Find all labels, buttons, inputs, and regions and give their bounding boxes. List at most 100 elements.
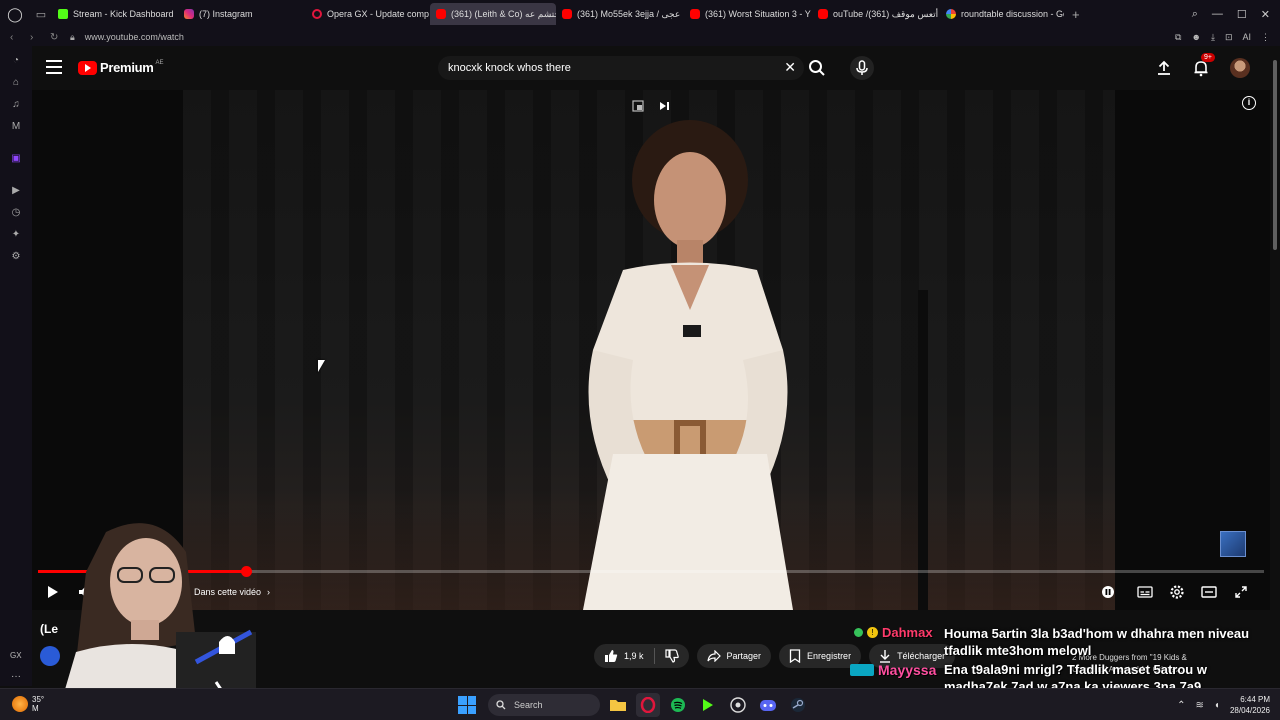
autoplay-toggle[interactable]: [1098, 582, 1118, 602]
opera-gx-menu-icon[interactable]: ◯: [0, 0, 30, 28]
tab-youtube-worst-situation[interactable]: (361) Worst Situation 3 - Y: [684, 3, 812, 25]
music-player-icon[interactable]: ♫: [9, 98, 23, 112]
tab-youtube-leith[interactable]: (361) (Leith & Co) تحتشم عه: [430, 3, 556, 25]
chat-username: Dahmax: [882, 625, 933, 640]
sidebar-more-icon[interactable]: ···: [11, 671, 21, 682]
window-controls: ⌕ — ☐ ✕: [1192, 0, 1280, 28]
logo-text: Premium: [100, 60, 154, 75]
taskbar-search-label: Search: [514, 700, 543, 710]
clock-time: 6:44 PM: [1240, 695, 1270, 704]
spotify-icon[interactable]: [666, 693, 690, 717]
reload-icon[interactable]: ↻: [50, 32, 60, 43]
back-icon[interactable]: ‹: [10, 32, 20, 43]
tab-label: (361) (Leith & Co) تحتشم عه: [451, 8, 556, 19]
weather-widget[interactable]: 35° M: [12, 695, 44, 713]
miniplayer-icon[interactable]: [632, 100, 644, 112]
taskbar-apps: Search: [452, 692, 810, 718]
opera-gx-taskbar-icon[interactable]: [636, 693, 660, 717]
forward-icon[interactable]: ›: [30, 32, 40, 43]
seated-woman-figure: [583, 120, 928, 610]
maximize-icon[interactable]: ☐: [1237, 8, 1247, 21]
player-icon[interactable]: ▶: [9, 184, 23, 198]
messenger-icon[interactable]: M: [9, 120, 23, 134]
fullscreen-button[interactable]: [1231, 582, 1251, 602]
taskbar-search[interactable]: Search: [488, 694, 600, 716]
masthead-right: 9+: [1156, 53, 1250, 80]
obs-icon[interactable]: [726, 693, 750, 717]
upload-icon[interactable]: [1156, 60, 1172, 76]
twitch-icon[interactable]: ▣: [9, 152, 23, 166]
settings-button[interactable]: [1167, 582, 1187, 602]
profile-icon[interactable]: ☻: [1191, 32, 1200, 42]
history-icon[interactable]: ◷: [9, 206, 23, 220]
youtube-icon: [690, 9, 700, 19]
search-tabs-icon[interactable]: ⌕: [1192, 8, 1198, 21]
gear-icon: [1170, 585, 1184, 599]
guide-menu-icon[interactable]: [46, 60, 62, 74]
tab-kick-dashboard[interactable]: Stream - Kick Dashboard: [52, 3, 178, 25]
notification-badge: 9+: [1201, 53, 1215, 62]
settings-icon[interactable]: ⚙: [9, 250, 23, 264]
save-label: Enregistrer: [807, 651, 852, 661]
wifi-icon[interactable]: ≋: [1196, 700, 1204, 711]
discord-icon[interactable]: [756, 693, 780, 717]
volume-tray-icon[interactable]: ◖: [1214, 700, 1220, 711]
tab-label: (361) Mo55ek 3ejja / عجى: [577, 8, 681, 19]
steam-icon[interactable]: [786, 693, 810, 717]
subtitles-button[interactable]: [1135, 582, 1155, 602]
system-tray: ⌃ ≋ ◖ 6:44 PM 28/04/2026: [1177, 693, 1270, 717]
like-count[interactable]: 1,9 k: [624, 651, 644, 661]
voice-search-button[interactable]: [850, 56, 874, 80]
clock[interactable]: 6:44 PM 28/04/2026: [1230, 694, 1270, 716]
info-icon[interactable]: i: [1242, 96, 1256, 110]
control-panel-icon[interactable]: ◔: [9, 54, 23, 68]
minimize-icon[interactable]: —: [1212, 8, 1223, 20]
lock-icon[interactable]: 🔒︎: [70, 32, 75, 43]
share-button[interactable]: Partager: [696, 644, 772, 668]
account-avatar[interactable]: [1230, 58, 1250, 78]
share-label: Partager: [726, 651, 762, 661]
address-bar-tools: ⧉ ☻ ⤓ ⊡ AI ⋮: [1175, 28, 1270, 46]
tab-youtube-atass[interactable]: ouTube /أتعس موقف (361): [812, 3, 940, 25]
snapshot-icon[interactable]: ⊡: [1225, 32, 1233, 43]
windows-start-icon[interactable]: [458, 696, 476, 714]
screen: ◯ ▭ Stream - Kick Dashboard (7) Instagra…: [0, 0, 1280, 720]
youtube-play-logo-icon: [78, 60, 97, 75]
microphone-icon: [856, 60, 868, 75]
kick-icon: [58, 9, 68, 19]
gx-corner-icon[interactable]: ⌂: [9, 76, 23, 90]
extensions-icon[interactable]: ⧉: [1175, 32, 1181, 43]
search-button[interactable]: [807, 58, 827, 78]
next-video-icon[interactable]: [658, 100, 670, 112]
video-frame: [183, 90, 1115, 610]
tab-instagram[interactable]: (7) Instagram: [178, 3, 306, 25]
browser-menu-icon[interactable]: ⋮: [1261, 32, 1270, 43]
url-field[interactable]: www.youtube.com/watch: [85, 32, 184, 42]
tab-google-roundtable[interactable]: roundtable discussion - Go: [940, 3, 1064, 25]
kick-taskbar-icon[interactable]: [696, 693, 720, 717]
tab-islands-icon[interactable]: ▭: [30, 0, 52, 28]
tray-chevron-up-icon[interactable]: ⌃: [1177, 700, 1185, 711]
page-scrollbar[interactable]: [1270, 46, 1280, 686]
ai-button[interactable]: AI: [1242, 32, 1251, 42]
save-button[interactable]: Enregistrer: [779, 644, 862, 668]
extensions-sidebar-icon[interactable]: ✦: [9, 228, 23, 242]
download-icon[interactable]: ⤓: [1211, 32, 1215, 43]
file-explorer-icon[interactable]: [606, 693, 630, 717]
scrollbar-thumb[interactable]: [1273, 60, 1277, 250]
clear-search-icon[interactable]: ✕: [784, 59, 796, 76]
tab-opera-update[interactable]: Opera GX - Update comp: [306, 3, 430, 25]
pill-divider: [653, 648, 655, 664]
end-card-thumbnail[interactable]: [1220, 531, 1246, 557]
new-tab-icon[interactable]: +: [1072, 7, 1080, 22]
tab-youtube-mo55ek[interactable]: (361) Mo55ek 3ejja / عجى: [556, 3, 684, 25]
notifications-button[interactable]: 9+: [1192, 53, 1215, 77]
thumbs-down-icon[interactable]: [664, 649, 679, 663]
share-icon: [706, 650, 721, 662]
search-input[interactable]: [448, 60, 768, 76]
close-window-icon[interactable]: ✕: [1261, 8, 1270, 21]
theater-mode-button[interactable]: [1199, 582, 1219, 602]
youtube-premium-logo[interactable]: Premium AE: [78, 60, 164, 75]
mouse-cursor-icon: [318, 360, 325, 372]
thumbs-up-icon[interactable]: [604, 649, 618, 663]
